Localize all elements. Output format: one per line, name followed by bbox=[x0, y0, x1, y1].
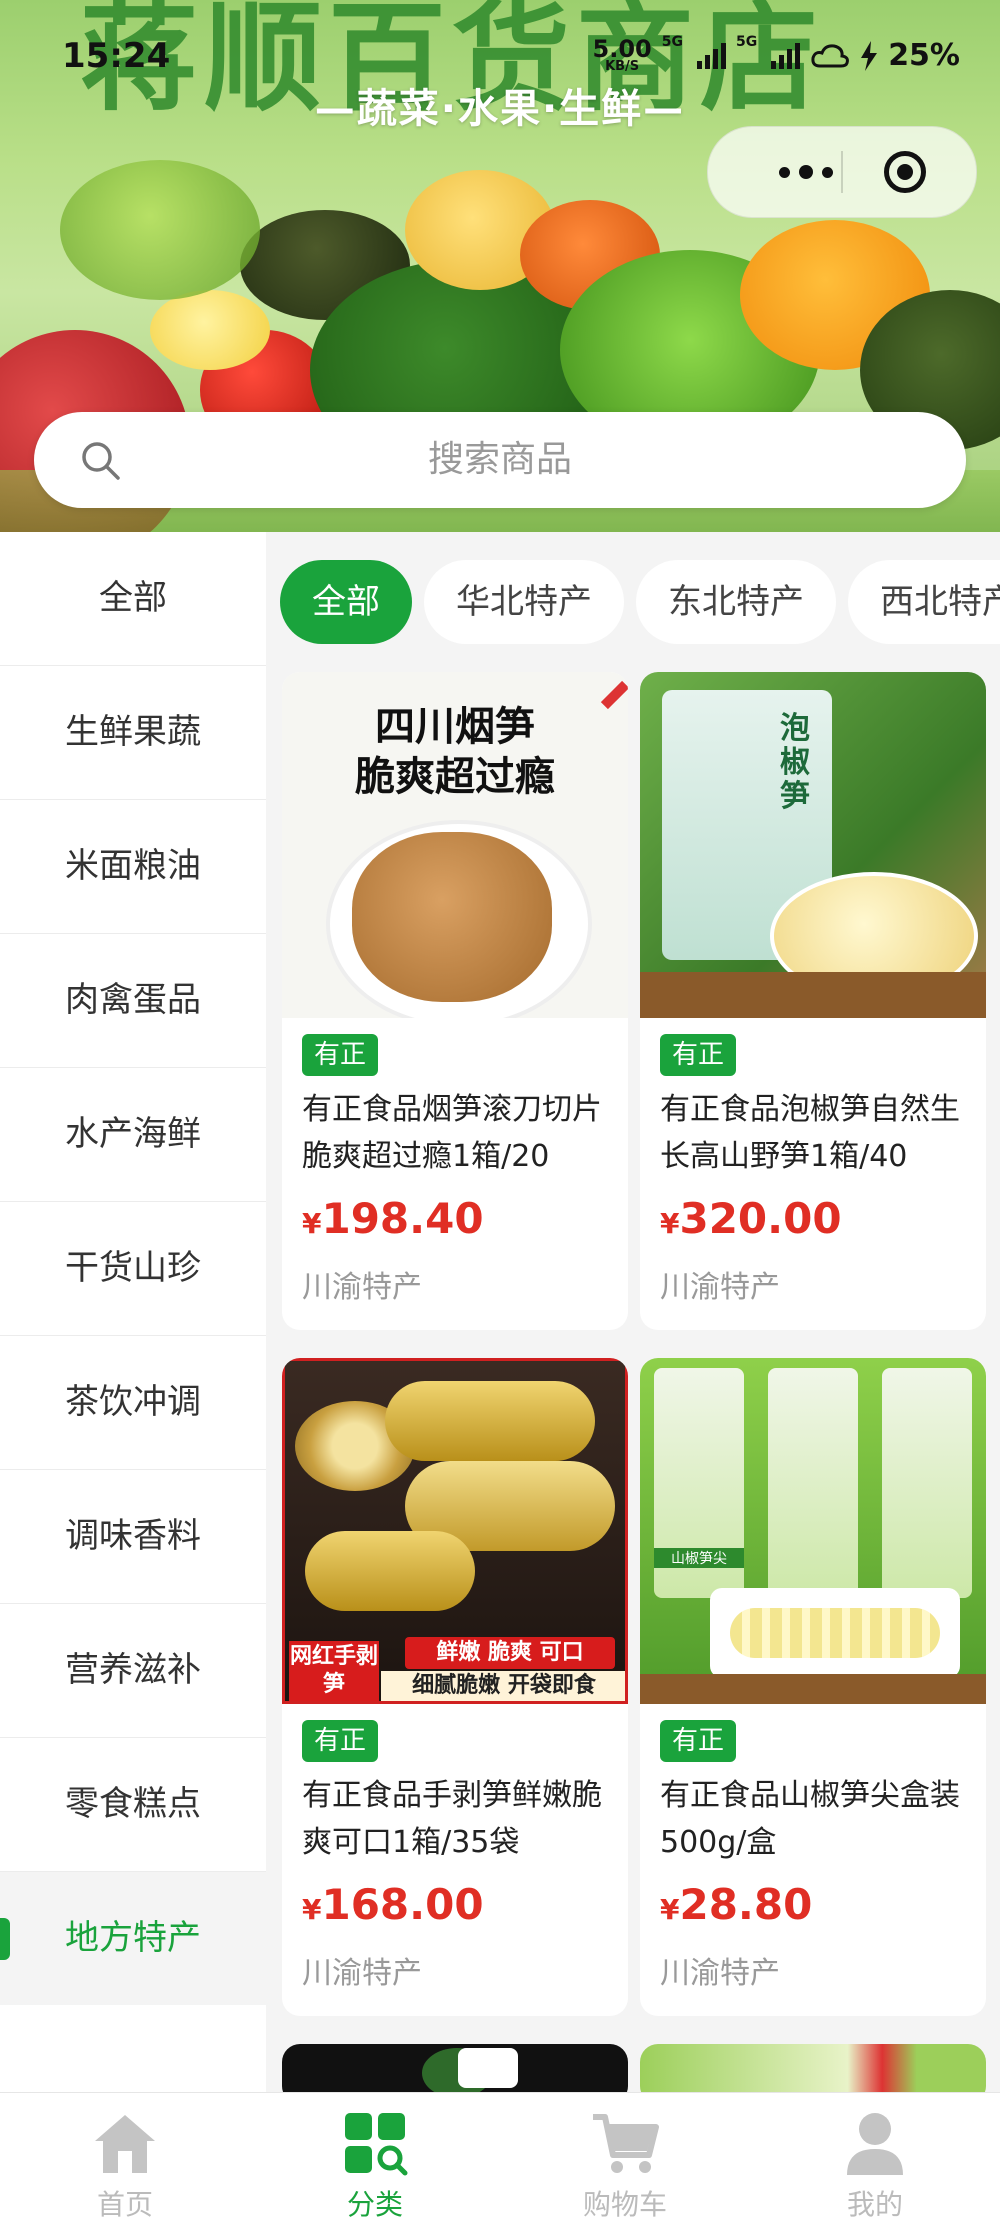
product-price: ¥168.00 bbox=[302, 1880, 484, 1929]
product-price: ¥320.00 bbox=[660, 1194, 842, 1243]
status-indicators: 5.00 KB/S 5G 5G 25% bbox=[592, 34, 961, 74]
miniprogram-capsule bbox=[707, 126, 977, 218]
product-origin: 川渝特产 bbox=[302, 1956, 422, 1991]
product-origin: 川渝特产 bbox=[660, 1270, 780, 1305]
battery-level: 25% bbox=[888, 38, 960, 73]
product-card[interactable]: 山椒笋尖 有正 有正食品山椒笋尖盒装500g/盒 ¥28.80 川渝特产 bbox=[640, 1358, 986, 2016]
sidebar-item-meat-egg[interactable]: 肉禽蛋品 bbox=[0, 934, 266, 1068]
search-bar[interactable]: 搜索商品 bbox=[34, 412, 966, 508]
tab-northwest[interactable]: 西北特产 bbox=[848, 560, 1000, 644]
product-origin: 川渝特产 bbox=[302, 1270, 422, 1305]
sidebar-item-local-specialty[interactable]: 地方特产 bbox=[0, 1872, 266, 2005]
product-origin: 川渝特产 bbox=[660, 1956, 780, 1991]
sidebar-item-nutrition[interactable]: 营养滋补 bbox=[0, 1604, 266, 1738]
tabbar-cart[interactable]: 购物车 bbox=[500, 2093, 750, 2236]
product-name: 有正食品山椒笋尖盒装500g/盒 bbox=[660, 1778, 960, 1860]
signal-2-label: 5G bbox=[735, 34, 758, 50]
sidebar-item-seasoning[interactable]: 调味香料 bbox=[0, 1470, 266, 1604]
product-card[interactable]: 四川烟笋 脆爽超过瘾 有正 有正食品烟笋滚刀切片脆爽超过瘾1箱/20 ¥198.… bbox=[282, 672, 628, 1330]
product-image: 山椒笋尖 bbox=[640, 1358, 986, 1704]
brand-tag: 有正 bbox=[660, 1034, 737, 1076]
product-name: 有正食品手剥笋鲜嫩脆爽可口1箱/35袋 bbox=[302, 1778, 602, 1860]
tabbar-home[interactable]: 首页 bbox=[0, 2093, 250, 2236]
tabbar-category[interactable]: 分类 bbox=[250, 2093, 500, 2236]
subcategory-tabs: 全部 华北特产 东北特产 西北特产 bbox=[280, 560, 1000, 646]
tab-north-china[interactable]: 华北特产 bbox=[424, 560, 624, 644]
signal-1-icon bbox=[696, 42, 726, 69]
product-card[interactable]: 泡椒笋 有正 有正食品泡椒笋自然生长高山野笋1箱/40 ¥320.00 川渝特产 bbox=[640, 672, 986, 1330]
close-miniprogram-icon[interactable] bbox=[884, 151, 926, 193]
sidebar-item-all[interactable]: 全部 bbox=[0, 532, 266, 666]
sidebar-item-seafood[interactable]: 水产海鲜 bbox=[0, 1068, 266, 1202]
product-price: ¥28.80 bbox=[660, 1880, 813, 1929]
sidebar-item-grain-oil[interactable]: 米面粮油 bbox=[0, 800, 266, 934]
signal-2-icon bbox=[771, 42, 801, 69]
product-price: ¥198.40 bbox=[302, 1194, 484, 1243]
product-name: 有正食品烟笋滚刀切片脆爽超过瘾1箱/20 bbox=[302, 1092, 602, 1174]
product-image: 网红手剥笋 鲜嫩 脆爽 可口 细腻脆嫩 开袋即食 bbox=[282, 1358, 628, 1704]
tab-all[interactable]: 全部 bbox=[280, 560, 412, 644]
product-card-partial[interactable] bbox=[640, 2044, 986, 2092]
product-panel: 全部 华北特产 东北特产 西北特产 四川烟笋 脆爽超过瘾 有正 有正食品烟笋滚刀切片脆… bbox=[266, 532, 1000, 2092]
brand-tag: 有正 bbox=[660, 1720, 737, 1762]
brand-tag: 有正 bbox=[302, 1034, 379, 1076]
sidebar-item-snacks[interactable]: 零食糕点 bbox=[0, 1738, 266, 1872]
brand-tag: 有正 bbox=[302, 1720, 379, 1762]
network-speed: 5.00 KB/S bbox=[592, 35, 652, 74]
capsule-divider bbox=[841, 151, 843, 193]
search-placeholder: 搜索商品 bbox=[427, 439, 572, 480]
bottom-tabbar: 首页 分类 购物车 我的 bbox=[0, 2092, 1000, 2236]
product-card-partial[interactable] bbox=[282, 2044, 628, 2092]
sidebar-item-fresh-produce[interactable]: 生鲜果蔬 bbox=[0, 666, 266, 800]
product-image: 泡椒笋 bbox=[640, 672, 986, 1018]
banner: 蒋顺百货商店 —蔬菜·水果·生鲜— 15:24 5.00 KB/S 5G 5G … bbox=[0, 0, 1000, 532]
category-icon bbox=[345, 2113, 408, 2176]
more-menu-icon[interactable] bbox=[746, 158, 866, 186]
product-name: 有正食品泡椒笋自然生长高山野笋1箱/40 bbox=[660, 1092, 960, 1174]
home-icon bbox=[95, 2115, 155, 2173]
cart-icon bbox=[593, 2114, 659, 2173]
tabbar-profile[interactable]: 我的 bbox=[750, 2093, 1000, 2236]
signal-1-label: 5G bbox=[661, 34, 683, 50]
sidebar-item-beverages[interactable]: 茶饮冲调 bbox=[0, 1336, 266, 1470]
cloud-icon bbox=[811, 43, 850, 67]
charging-icon bbox=[861, 40, 878, 71]
product-image: 四川烟笋 脆爽超过瘾 bbox=[282, 672, 628, 1018]
status-time: 15:24 bbox=[62, 36, 171, 76]
tab-northeast[interactable]: 东北特产 bbox=[636, 560, 836, 644]
user-icon bbox=[847, 2113, 903, 2175]
category-sidebar: 全部 生鲜果蔬 米面粮油 肉禽蛋品 水产海鲜 干货山珍 茶饮冲调 调味香料 营养… bbox=[0, 532, 266, 2092]
sidebar-item-dried-goods[interactable]: 干货山珍 bbox=[0, 1202, 266, 1336]
product-card[interactable]: 网红手剥笋 鲜嫩 脆爽 可口 细腻脆嫩 开袋即食 有正 有正食品手剥笋鲜嫩脆爽可… bbox=[282, 1358, 628, 2016]
